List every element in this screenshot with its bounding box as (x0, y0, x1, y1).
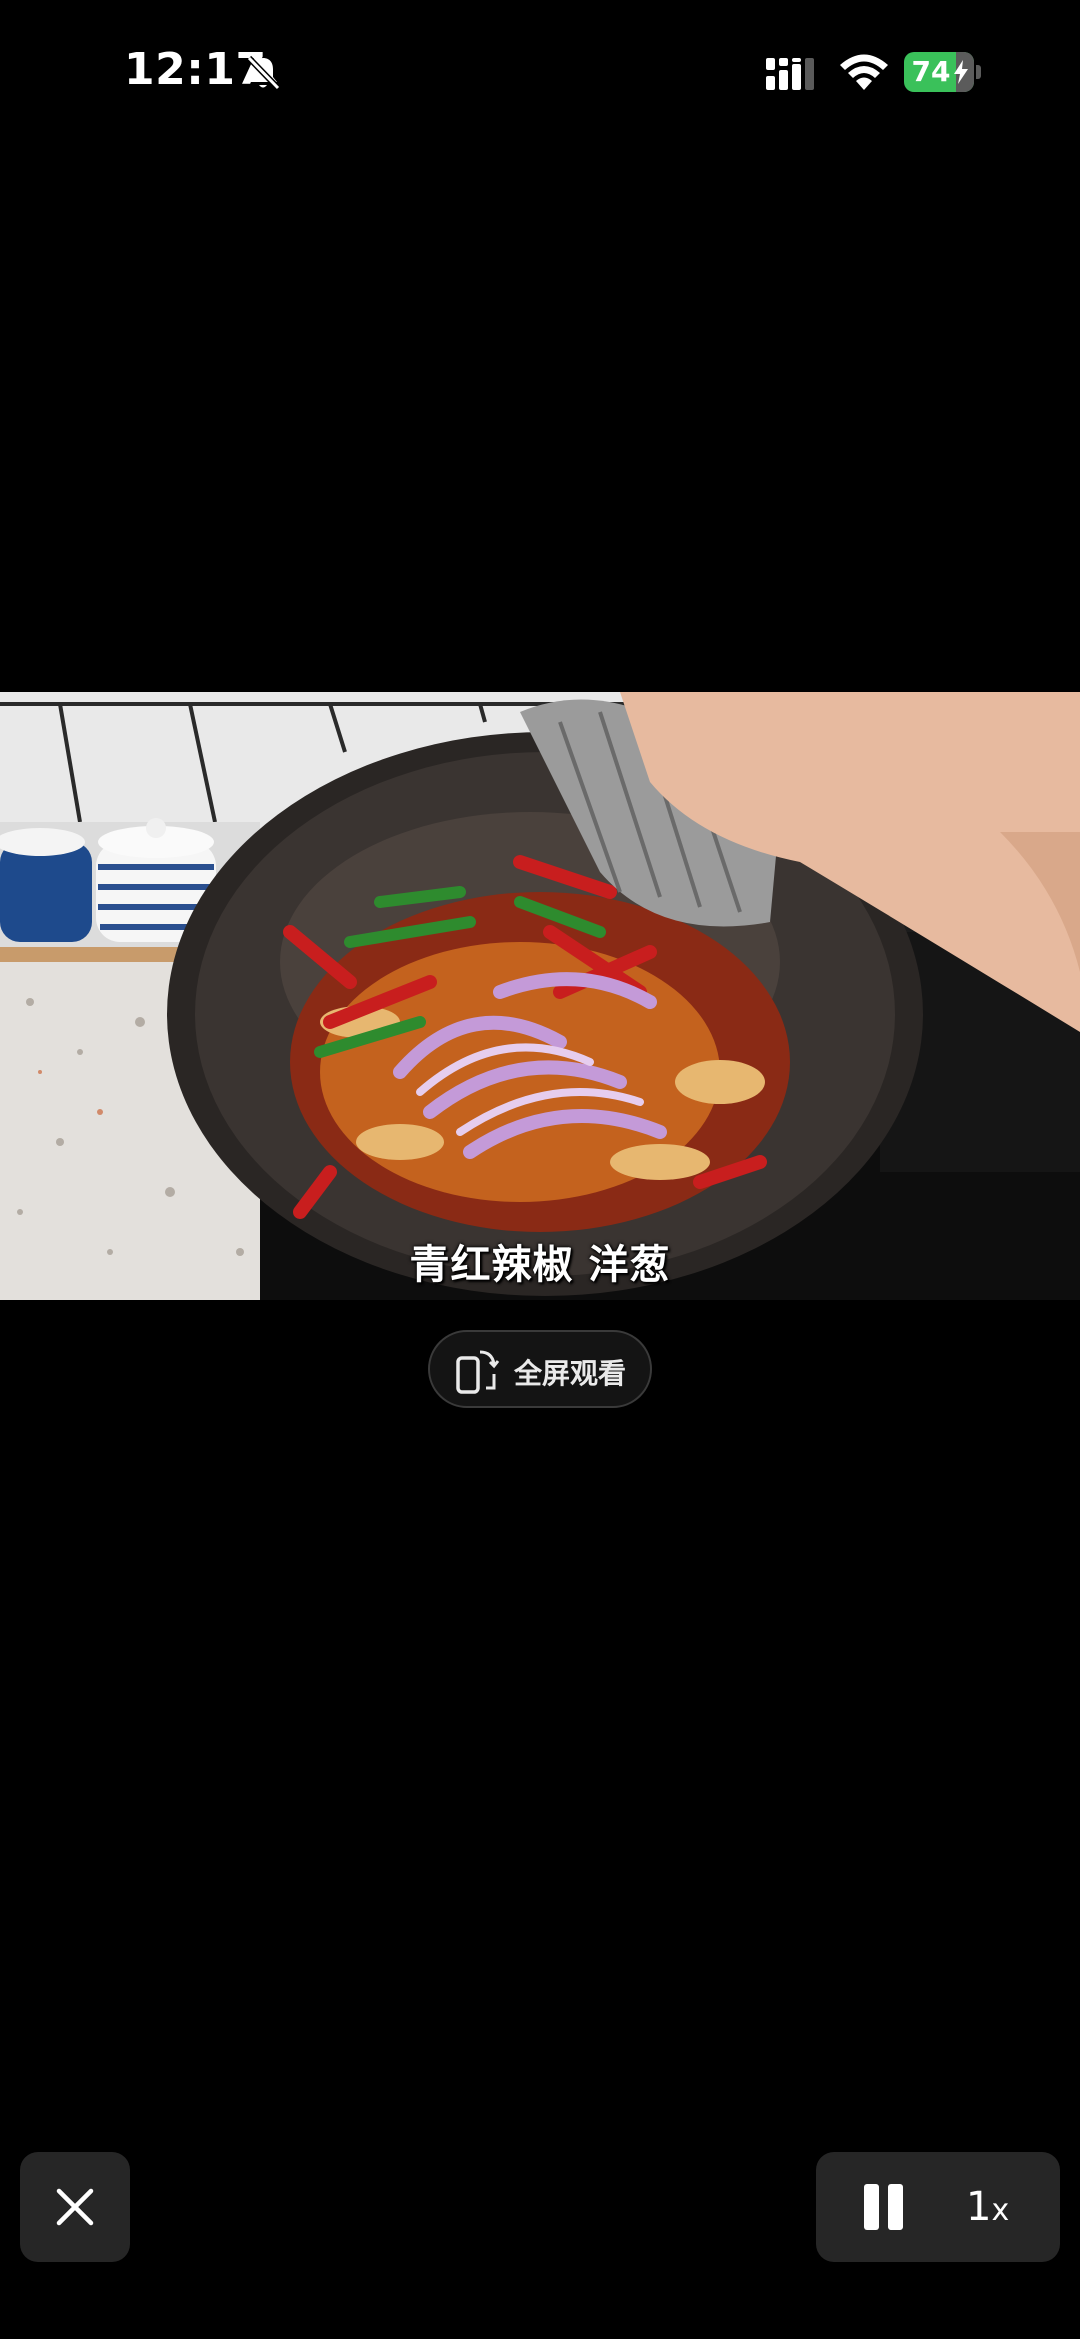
playback-speed-button[interactable]: 1x (966, 2182, 1009, 2232)
speed-suffix: x (991, 2193, 1010, 2228)
pause-icon-bar-right (888, 2184, 903, 2230)
pause-button[interactable] (864, 2184, 910, 2230)
pause-icon-bar-left (864, 2184, 879, 2230)
video-subtitle: 青红辣椒 洋葱 (409, 1242, 671, 1288)
video-frame-image (0, 692, 1080, 1300)
charging-bolt-icon (954, 60, 968, 84)
wifi-icon (840, 54, 888, 90)
battery-indicator: 74 (904, 52, 982, 92)
player-controls: 1x (816, 2152, 1060, 2262)
rotate-phone-icon (456, 1350, 500, 1394)
speed-value: 1 (966, 2184, 992, 2230)
fullscreen-button[interactable]: 全屏观看 (428, 1330, 652, 1408)
status-bar: 12:17 74 (0, 0, 1080, 140)
battery-cap (976, 65, 981, 79)
fullscreen-label: 全屏观看 (514, 1357, 627, 1390)
battery-body: 74 (904, 52, 974, 92)
bell-slash-icon (246, 55, 281, 91)
close-icon (56, 2188, 94, 2226)
cellular-signal-icon (766, 58, 814, 90)
video-player[interactable]: 青红辣椒 洋葱 (0, 692, 1080, 1300)
close-button[interactable] (20, 2152, 130, 2262)
battery-percent: 74 (911, 55, 951, 88)
